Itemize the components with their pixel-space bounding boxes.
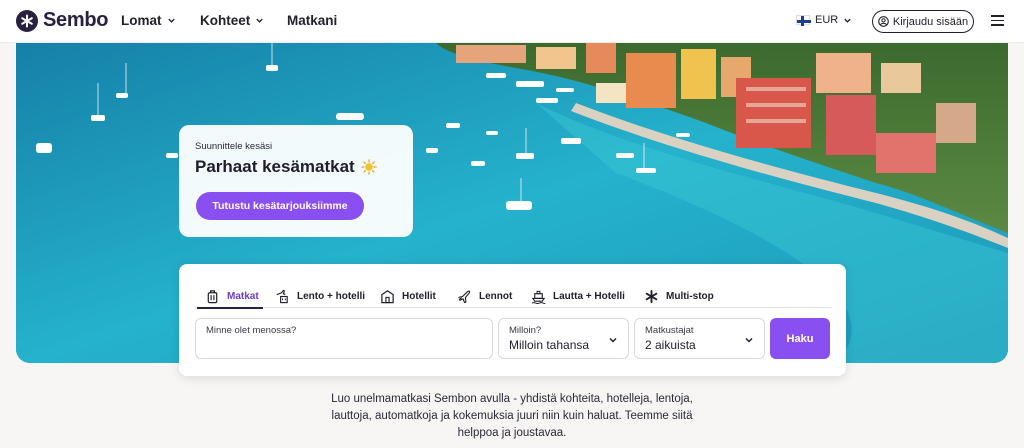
asterisk-icon [645, 289, 658, 303]
tab-hotellit-label: Hotellit [402, 290, 436, 302]
currency-selector[interactable]: EUR [796, 14, 852, 26]
search-panel: Matkat Lento + hotelli Hotellit Lennot L… [179, 264, 846, 376]
nav-kohteet[interactable]: Kohteet [200, 13, 264, 28]
top-navigation-bar: Sembo Lomat Kohteet Matkani EUR Kirjaudu… [0, 0, 1024, 43]
summer-promo-card: Suunnittele kesäsi Parhaat kesämatkat Tu… [179, 125, 413, 237]
ferry-icon [531, 290, 546, 304]
search-tabs: Matkat Lento + hotelli Hotellit Lennot L… [195, 278, 831, 309]
brand-name: Sembo [43, 9, 109, 31]
hotel-icon [381, 289, 394, 303]
date-label: Milloin? [509, 325, 542, 336]
tab-lautta-hotelli-label: Lautta + Hotelli [553, 290, 625, 302]
user-circle-icon [878, 16, 889, 27]
nav-lomat[interactable]: Lomat [121, 13, 176, 28]
date-selector[interactable]: Milloin? Milloin tahansa [498, 318, 629, 359]
luggage-icon [207, 289, 218, 303]
travellers-selector[interactable]: Matkustajat 2 aikuista [634, 318, 765, 359]
login-label: Kirjaudu sisään [892, 15, 969, 28]
travellers-label: Matkustajat [645, 325, 694, 336]
plane-icon [458, 290, 471, 303]
sun-icon [360, 159, 377, 175]
login-button[interactable]: Kirjaudu sisään [872, 10, 974, 33]
search-button[interactable]: Haku [770, 318, 830, 359]
plane-hotel-icon [276, 289, 288, 303]
tab-lautta-hotelli[interactable]: Lautta + Hotelli [531, 284, 625, 308]
chevron-down-icon [256, 18, 263, 23]
nav-kohteet-label: Kohteet [200, 13, 251, 28]
promo-title-row: Parhaat kesämatkat [195, 157, 397, 177]
tab-multi-stop-label: Multi-stop [666, 290, 714, 302]
chevron-down-icon [844, 18, 851, 23]
currency-label: EUR [815, 14, 839, 26]
tab-hotellit[interactable]: Hotellit [380, 284, 436, 308]
tab-lento-hotelli[interactable]: Lento + hotelli [275, 284, 365, 308]
tab-lennot-label: Lennot [479, 290, 513, 302]
tab-matkat-label: Matkat [227, 290, 259, 302]
destination-placeholder: Minne olet menossa? [206, 325, 297, 336]
chevron-down-icon [609, 337, 617, 343]
sembo-logo[interactable]: Sembo [16, 9, 108, 32]
nav-matkani[interactable]: Matkani [287, 13, 337, 28]
promo-title: Parhaat kesämatkat [195, 157, 355, 176]
tab-lennot[interactable]: Lennot [457, 284, 512, 308]
date-value: Milloin tahansa [509, 338, 590, 352]
chevron-down-icon [745, 337, 753, 343]
tab-lento-hotelli-label: Lento + hotelli [297, 290, 366, 302]
logo-asterisk-icon [16, 9, 38, 32]
summer-deals-button[interactable]: Tutustu kesätarjouksiimme [196, 192, 364, 220]
promo-subtitle: Suunnittele kesäsi [195, 141, 273, 152]
nav-lomat-label: Lomat [121, 13, 162, 28]
menu-icon[interactable] [991, 15, 1004, 26]
finland-flag-icon [796, 15, 811, 26]
destination-field[interactable]: Minne olet menossa? [195, 318, 493, 359]
nav-matkani-label: Matkani [287, 13, 338, 28]
intro-text: Luo unelmamatkasi Sembon avulla - yhdist… [331, 393, 693, 439]
tab-multi-stop[interactable]: Multi-stop [644, 284, 714, 308]
travellers-value: 2 aikuista [645, 338, 696, 352]
chevron-down-icon [167, 18, 175, 23]
tab-matkat[interactable]: Matkat [197, 284, 263, 309]
